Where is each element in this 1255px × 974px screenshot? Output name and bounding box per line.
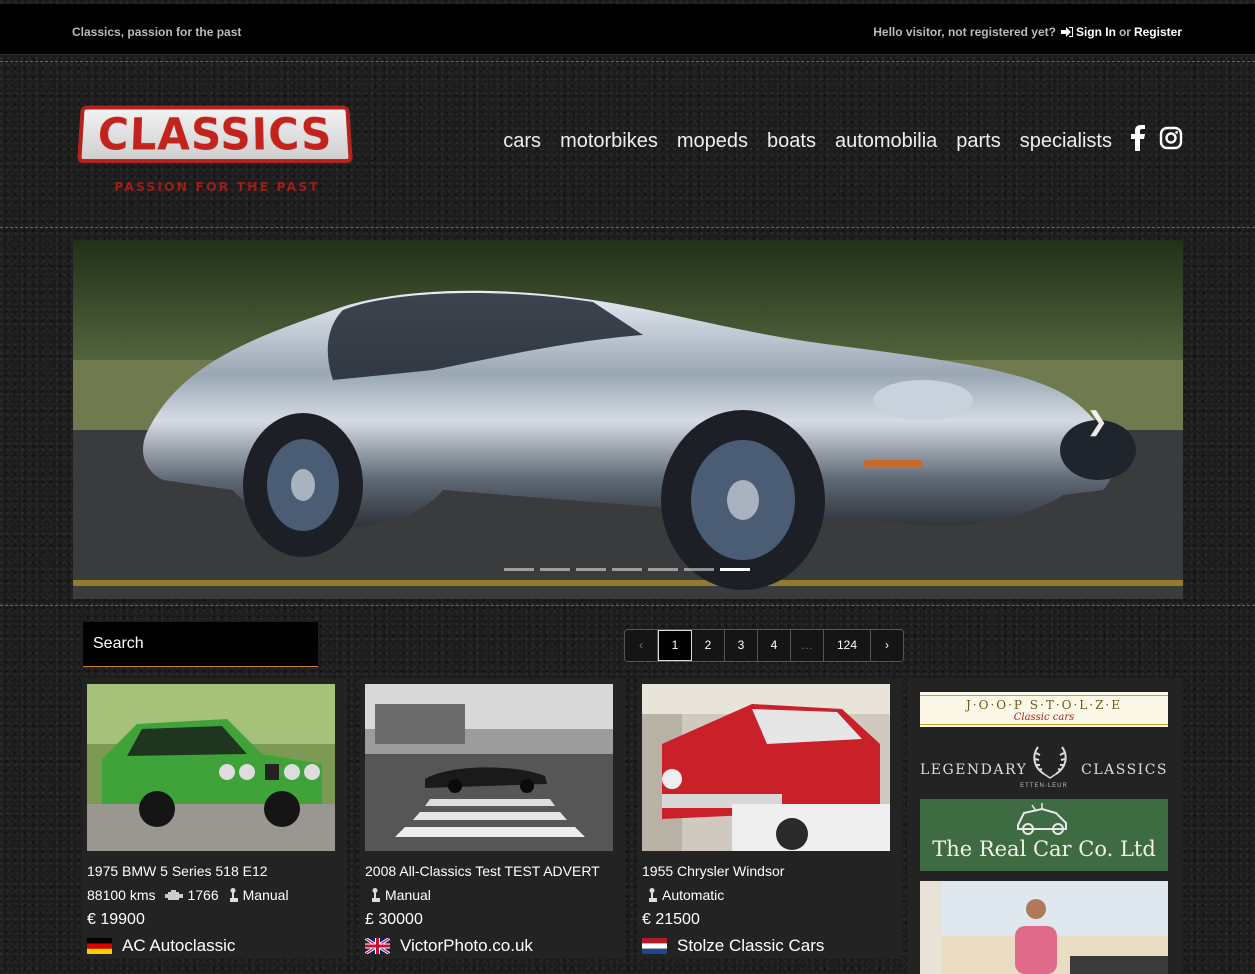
- pagination-page[interactable]: 4: [758, 630, 791, 661]
- carousel-indicator[interactable]: [504, 568, 534, 571]
- sponsor-legendary-right: CLASSICS: [1081, 762, 1168, 778]
- sponsor-rule: [920, 724, 1168, 725]
- sponsor-legendary-sub: ETTEN-LEUR: [1020, 783, 1068, 789]
- site-logo[interactable]: CLASSICS PASSION FOR THE PAST: [77, 105, 353, 195]
- dealer-name: AC Autoclassic: [122, 936, 236, 955]
- pagination-page[interactable]: 1: [658, 630, 692, 661]
- nav-cars[interactable]: cars: [503, 130, 541, 153]
- listing-image[interactable]: [642, 684, 890, 851]
- listing-price: € 19900: [87, 911, 145, 928]
- carousel-next-icon[interactable]: ❯: [1086, 406, 1108, 437]
- netherlands-flag-icon: [642, 938, 667, 954]
- dealer-name: VictorPhoto.co.uk: [400, 936, 533, 955]
- carousel-indicator-active[interactable]: [720, 568, 750, 571]
- gearbox-text: Manual: [385, 887, 431, 903]
- sponsor-joop-stolze[interactable]: J·O·O·P S·T·O·L·Z·E Classic cars: [920, 692, 1168, 727]
- listing-title: 1975 BMW 5 Series 518 E12: [87, 863, 268, 879]
- greeting-text: Hello visitor, not registered yet?: [873, 25, 1056, 39]
- top-bar: Classics, passion for the past Hello vis…: [0, 4, 1255, 55]
- nav-boats[interactable]: boats: [767, 130, 816, 153]
- listing-dealer[interactable]: AC Autoclassic: [87, 936, 235, 956]
- carousel-indicator[interactable]: [648, 568, 678, 571]
- gearbox-text: Automatic: [662, 887, 725, 903]
- mileage-text: 88100 kms: [87, 887, 156, 903]
- site-tagline: Classics, passion for the past: [72, 25, 242, 39]
- nav-specialists[interactable]: specialists: [1020, 130, 1112, 153]
- facebook-icon[interactable]: [1131, 125, 1145, 157]
- register-link[interactable]: Register: [1134, 25, 1182, 39]
- listing-image[interactable]: [87, 684, 335, 851]
- sponsors-sidebar: J·O·O·P S·T·O·L·Z·E Classic cars LEGENDA…: [907, 679, 1182, 974]
- stitch-divider: [0, 227, 1255, 228]
- sponsor-joop-sub: Classic cars: [1013, 712, 1075, 723]
- search-input[interactable]: Search: [83, 622, 318, 667]
- sponsor-real-car-co[interactable]: The Real Car Co. Ltd: [920, 799, 1168, 871]
- pagination-next[interactable]: ›: [871, 630, 903, 661]
- nav-motorbikes[interactable]: motorbikes: [560, 130, 658, 153]
- gearbox-icon: [648, 888, 658, 902]
- laurel-icon: [1030, 741, 1070, 786]
- pagination-prev[interactable]: ‹: [625, 630, 658, 661]
- carousel-indicator[interactable]: [540, 568, 570, 571]
- listing-card[interactable]: 2008 All-Classics Test TEST ADVERT Manua…: [360, 679, 625, 959]
- sponsor-legendary-classics[interactable]: LEGENDARY CLASSICS ETTEN-LEUR: [920, 735, 1168, 793]
- listing-specs: Automatic: [642, 887, 724, 903]
- uk-flag-icon: [364, 936, 391, 956]
- gearbox-icon: [371, 888, 381, 902]
- nav-parts[interactable]: parts: [956, 130, 1000, 153]
- logo-text: CLASSICS: [96, 108, 334, 160]
- listing-dealer[interactable]: Stolze Classic Cars: [642, 936, 824, 956]
- listing-card[interactable]: 1955 Chrysler Windsor Automatic € 21500 …: [637, 679, 902, 959]
- gearbox-text: Manual: [242, 887, 289, 903]
- sponsor-legendary-left: LEGENDARY: [920, 762, 1028, 778]
- nav-mopeds[interactable]: mopeds: [677, 130, 748, 153]
- logo-plate: CLASSICS: [77, 105, 353, 164]
- sign-in-link[interactable]: Sign In: [1076, 25, 1116, 39]
- car-illustration-icon: [1012, 803, 1072, 840]
- sponsor-photo[interactable]: [920, 881, 1168, 974]
- sponsor-rule: [920, 695, 1168, 696]
- stitch-divider: [0, 605, 1255, 606]
- social-links: [1131, 125, 1183, 157]
- pagination: ‹ 1 2 3 4 … 124 ›: [624, 629, 904, 662]
- carousel-indicator[interactable]: [576, 568, 606, 571]
- nav-automobilia[interactable]: automobilia: [835, 130, 937, 153]
- sponsor-joop-text: J·O·O·P S·T·O·L·Z·E: [965, 698, 1123, 712]
- dealer-name: Stolze Classic Cars: [677, 936, 825, 955]
- instagram-icon[interactable]: [1159, 126, 1183, 156]
- carousel-indicator[interactable]: [684, 568, 714, 571]
- pagination-page[interactable]: 3: [725, 630, 758, 661]
- listing-image[interactable]: [365, 684, 613, 851]
- gearbox-icon: [229, 888, 239, 902]
- engine-cc-text: 1766: [187, 887, 219, 903]
- listing-specs: 88100 kms 1766 Manual: [87, 887, 289, 903]
- pagination-page[interactable]: 2: [692, 630, 725, 661]
- hero-carousel[interactable]: ❯: [73, 240, 1183, 599]
- listing-price: £ 30000: [365, 911, 423, 928]
- site-header: CLASSICS PASSION FOR THE PAST cars motor…: [0, 55, 1255, 233]
- germany-flag-icon: [87, 938, 112, 954]
- pagination-ellipsis: …: [791, 630, 824, 661]
- hero-car-image: [73, 240, 1183, 599]
- engine-icon: [165, 889, 184, 901]
- stitch-divider: [0, 61, 1255, 62]
- main-nav: cars motorbikes mopeds boats automobilia…: [503, 125, 1183, 157]
- carousel-indicator[interactable]: [612, 568, 642, 571]
- sign-in-icon: [1060, 27, 1073, 37]
- or-text: or: [1118, 25, 1131, 39]
- listing-title: 2008 All-Classics Test TEST ADVERT: [365, 863, 600, 879]
- sponsor-realcar-text: The Real Car Co. Ltd: [932, 837, 1156, 861]
- account-links: Hello visitor, not registered yet? Sign …: [873, 25, 1182, 39]
- listing-title: 1955 Chrysler Windsor: [642, 863, 785, 879]
- pagination-last-page[interactable]: 124: [824, 630, 871, 661]
- listing-dealer[interactable]: VictorPhoto.co.uk: [364, 936, 533, 956]
- carousel-indicators: [504, 568, 750, 571]
- listing-specs: Manual: [365, 887, 431, 903]
- listing-price: € 21500: [642, 911, 700, 928]
- logo-subtitle: PASSION FOR THE PAST: [114, 179, 320, 194]
- listing-card[interactable]: 1975 BMW 5 Series 518 E12 88100 kms 1766…: [82, 679, 347, 959]
